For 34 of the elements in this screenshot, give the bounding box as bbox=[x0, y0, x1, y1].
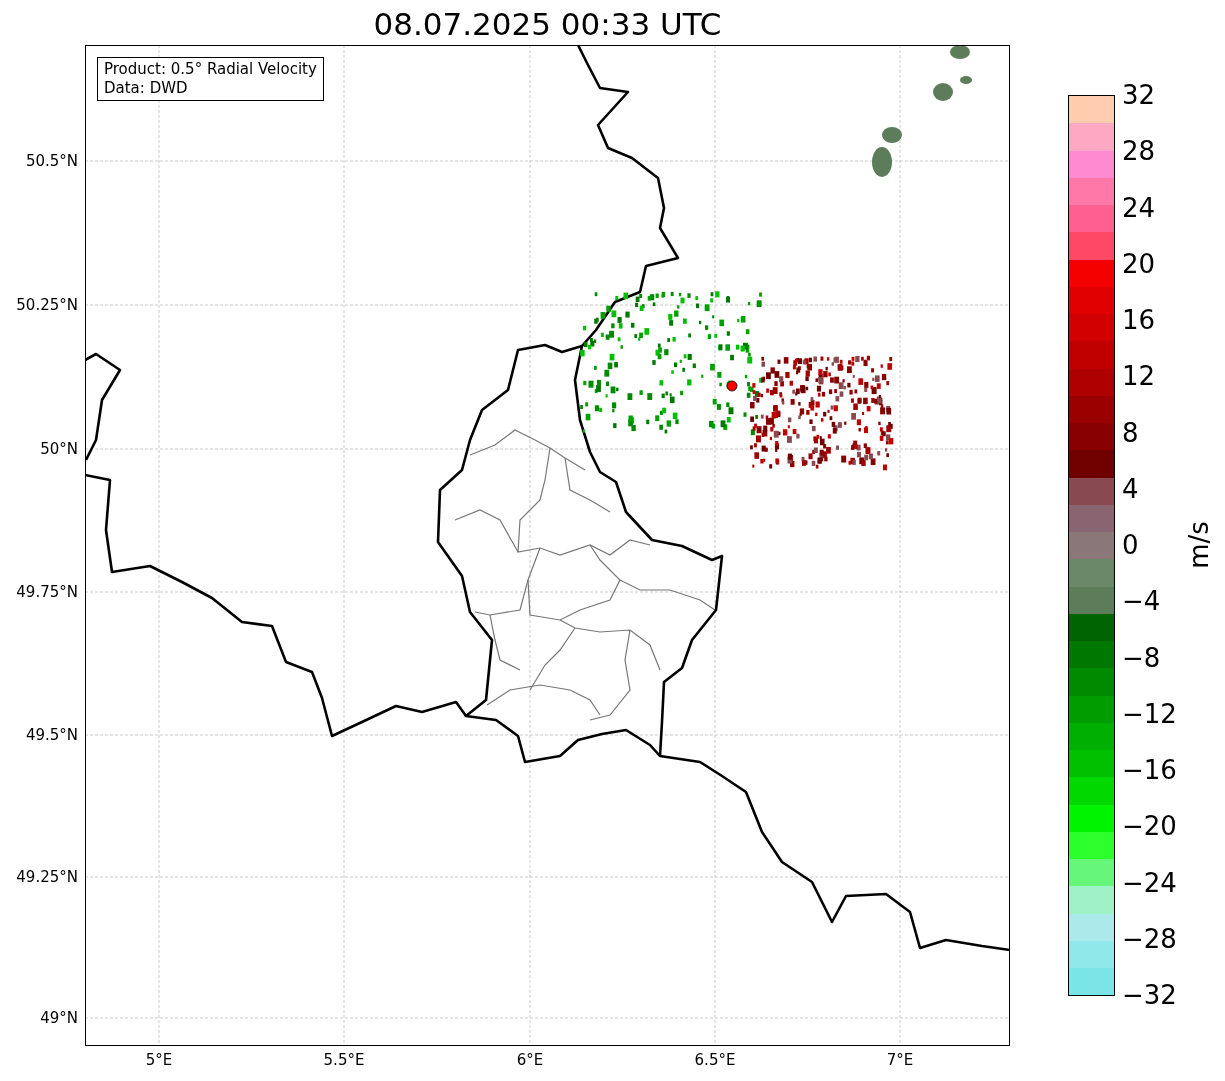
colorbar-tick-label: −4 bbox=[1122, 586, 1161, 617]
colorbar-label: m/s bbox=[1183, 521, 1214, 569]
colorbar-tick-label: 0 bbox=[1122, 530, 1139, 560]
axis-tick-label: 7°E bbox=[885, 1051, 915, 1069]
colorbar-tick-label: −24 bbox=[1122, 867, 1177, 898]
colorbar-tick-label: −28 bbox=[1122, 923, 1177, 954]
colorbar-tick-label: −8 bbox=[1122, 642, 1161, 673]
colorbar-tick-label: 24 bbox=[1122, 192, 1156, 223]
info-text: Data: DWD bbox=[104, 79, 189, 98]
colorbar-tick-label: 4 bbox=[1122, 473, 1139, 504]
colorbar-tick-label: 12 bbox=[1122, 361, 1156, 392]
colorbar-tick-label: 20 bbox=[1122, 248, 1156, 279]
axis-tick-label: 49°N bbox=[40, 1009, 78, 1027]
axis-tick-label: 6°E bbox=[515, 1051, 545, 1069]
axis-tick-label: 49.75°N bbox=[16, 583, 78, 601]
colorbar-tick-label: 32 bbox=[1122, 80, 1156, 110]
axis-tick-label: 50.5°N bbox=[25, 152, 78, 170]
axis-tick-label: 5.5°E bbox=[322, 1051, 366, 1069]
axis-tick-label: 50°N bbox=[40, 440, 78, 458]
colorbar-tick-label: −20 bbox=[1122, 811, 1177, 842]
axis-tick-label: 50.25°N bbox=[16, 296, 78, 314]
colorbar-tick-label: 16 bbox=[1122, 305, 1156, 335]
colorbar-tick-label: −16 bbox=[1122, 755, 1177, 785]
colorbar-tick-label: 28 bbox=[1122, 136, 1156, 167]
colorbar-tick-label: −32 bbox=[1122, 980, 1177, 1010]
info-text: Product: 0.5° Radial Velocity bbox=[104, 60, 317, 79]
chart-title: 08.07.2025 00:33 UTC bbox=[372, 5, 723, 44]
colorbar-tick-label: −12 bbox=[1122, 698, 1177, 729]
colorbar-tick-label: 8 bbox=[1122, 417, 1139, 448]
axis-tick-label: 49.25°N bbox=[16, 868, 78, 886]
radar-site-marker bbox=[726, 380, 738, 392]
axis-tick-label: 5°E bbox=[144, 1051, 174, 1069]
axis-tick-label: 6.5°E bbox=[693, 1051, 737, 1069]
axis-tick-label: 49.5°N bbox=[25, 726, 78, 744]
